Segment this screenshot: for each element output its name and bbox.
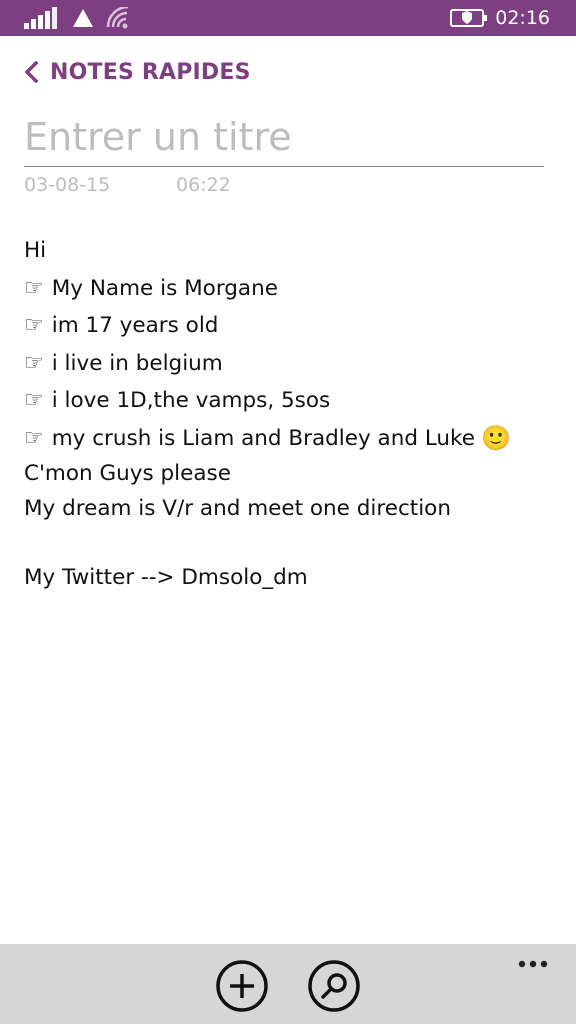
pointing-hand-icon: ☞ <box>24 313 44 338</box>
status-time: 02:16 <box>495 7 550 29</box>
smiley-icon: 🙂 <box>480 423 511 452</box>
page-title: NOTES RAPIDES <box>50 59 251 85</box>
back-navigation[interactable]: NOTES RAPIDES <box>24 55 251 89</box>
note-date: 03-08-15 <box>24 174 111 196</box>
chevron-left-icon <box>24 61 39 83</box>
note-line: ☞ my crush is Liam and Bradley and Luke … <box>24 420 554 458</box>
note-time: 06:22 <box>176 174 231 196</box>
battery-saver-icon <box>450 0 488 36</box>
note-body[interactable]: Hi ☞ My Name is Morgane ☞ im 17 years ol… <box>24 232 554 595</box>
pointing-hand-icon: ☞ <box>24 350 44 376</box>
status-bar: 02:16 <box>0 0 576 36</box>
more-options-button[interactable] <box>514 952 554 976</box>
network-triangle-icon <box>72 0 94 36</box>
search-circle-icon <box>308 960 360 1012</box>
note-line: ☞ im 17 years old <box>24 307 554 345</box>
note-line: ☞ i love 1D,the vamps, 5sos <box>24 382 554 420</box>
note-line: My dream is V/r and meet one direction <box>24 495 451 521</box>
search-button[interactable] <box>307 959 361 1013</box>
wifi-icon <box>106 0 130 36</box>
note-line: My Twitter --> Dmsolo_dm <box>24 564 308 590</box>
pointing-hand-icon: ☞ <box>24 275 44 301</box>
note-line: ☞ i live in belgium <box>24 345 554 383</box>
more-ellipsis-icon <box>518 960 548 968</box>
pointing-hand-icon: ☞ <box>24 388 44 413</box>
note-title-input[interactable] <box>24 108 544 167</box>
note-line: C'mon Guys please <box>24 461 231 486</box>
signal-bars-icon <box>24 0 58 36</box>
add-circle-icon <box>216 960 268 1012</box>
pointing-hand-icon: ☞ <box>24 425 44 451</box>
note-line: ☞ My Name is Morgane <box>24 270 554 308</box>
add-note-button[interactable] <box>215 959 269 1013</box>
note-line: Hi <box>24 238 47 263</box>
app-bar <box>0 944 576 1024</box>
